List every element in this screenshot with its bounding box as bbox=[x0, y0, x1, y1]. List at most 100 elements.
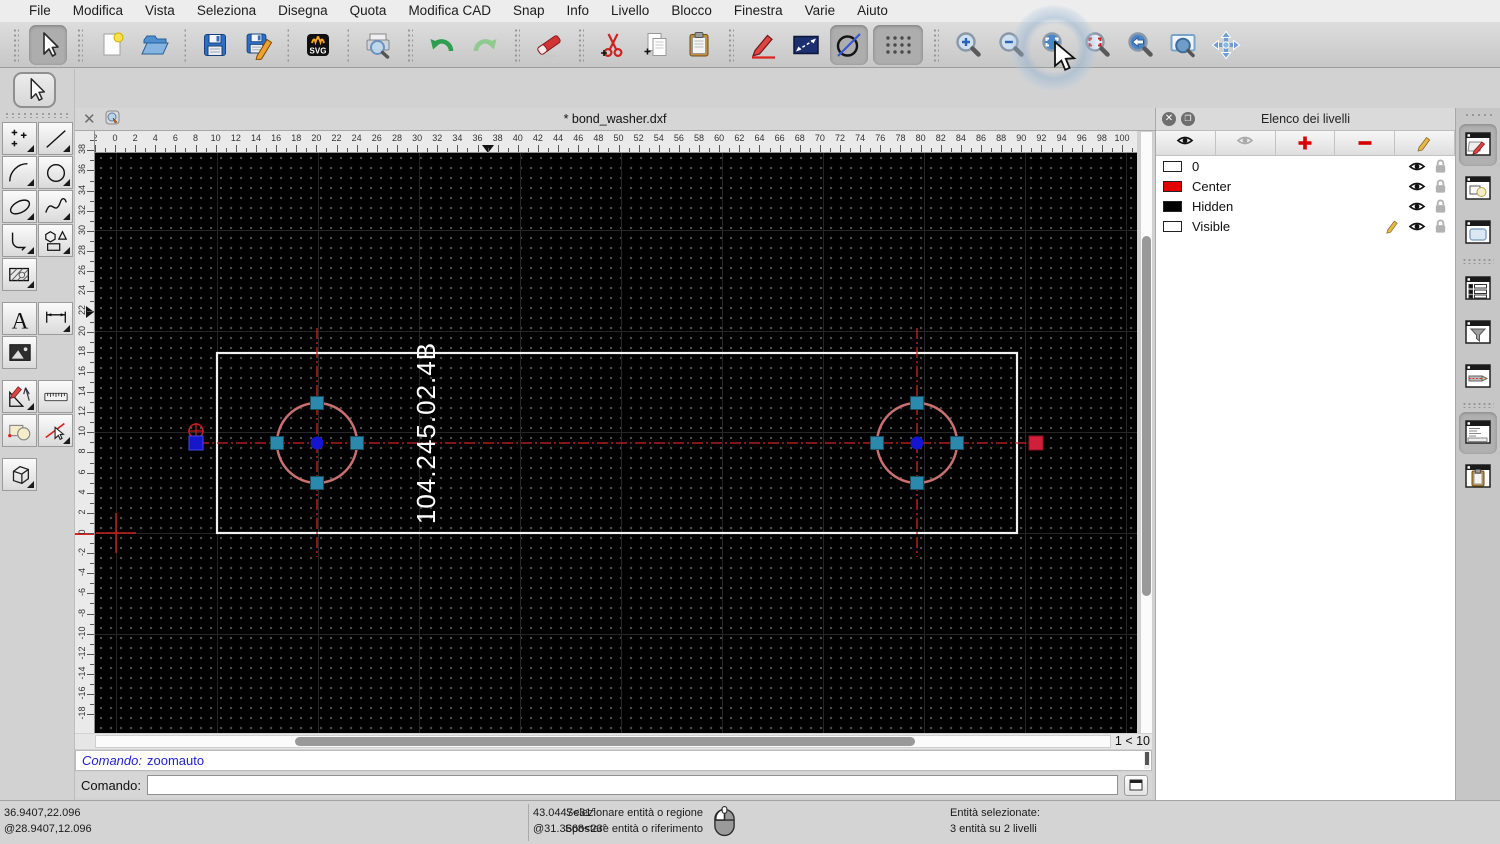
copy-button[interactable] bbox=[637, 25, 675, 65]
command-dock-button[interactable] bbox=[1124, 774, 1148, 796]
block-list-dock-button[interactable] bbox=[1459, 168, 1497, 210]
layer-row-center[interactable]: Center bbox=[1156, 176, 1455, 196]
divide-circle-button[interactable] bbox=[830, 24, 868, 65]
layer-visibility-icon[interactable] bbox=[1408, 220, 1426, 233]
zoom-auto-button[interactable] bbox=[1011, 4, 1097, 91]
menu-livello[interactable]: Livello bbox=[600, 0, 660, 22]
add-layer-button[interactable] bbox=[1275, 131, 1336, 155]
menu-file[interactable]: File bbox=[18, 0, 62, 22]
layer-row-0[interactable]: 0 bbox=[1156, 156, 1455, 176]
library-dock-button[interactable] bbox=[1459, 212, 1497, 254]
menu-disegna[interactable]: Disegna bbox=[267, 0, 339, 22]
menu-seleziona[interactable]: Seleziona bbox=[186, 0, 267, 22]
toolbar-handle[interactable] bbox=[728, 27, 734, 62]
part-number-label[interactable]: 104.245.02.4B bbox=[411, 342, 441, 524]
toolbar-handle[interactable] bbox=[407, 27, 413, 62]
zoom-previous-button[interactable] bbox=[1121, 25, 1159, 65]
endpoint-grip-right[interactable] bbox=[1028, 435, 1044, 451]
select-arrow-button[interactable] bbox=[29, 24, 67, 65]
menu-finestra[interactable]: Finestra bbox=[723, 0, 794, 22]
cut-button[interactable] bbox=[594, 25, 632, 65]
command-dock-button[interactable] bbox=[1459, 412, 1497, 454]
edit-pencil-button[interactable] bbox=[744, 25, 782, 65]
layer-row-hidden[interactable]: Hidden bbox=[1156, 196, 1455, 216]
remove-layer-button[interactable] bbox=[1335, 131, 1396, 155]
undo-button[interactable] bbox=[423, 25, 461, 65]
layer-lock-icon[interactable] bbox=[1433, 178, 1448, 194]
pen-dock-button[interactable] bbox=[1459, 356, 1497, 398]
panel-close-icon[interactable]: ✕ bbox=[1162, 112, 1176, 126]
drawing-canvas[interactable]: 104.245.02.4B bbox=[95, 153, 1137, 733]
modify-tools-tool[interactable] bbox=[2, 380, 37, 413]
horizontal-scroll-thumb[interactable] bbox=[295, 737, 915, 746]
menu-vista[interactable]: Vista bbox=[134, 0, 186, 22]
open-folder-button[interactable] bbox=[136, 25, 174, 65]
center-grip-left[interactable] bbox=[310, 436, 324, 450]
select-tool-button[interactable] bbox=[13, 72, 56, 108]
save-button[interactable] bbox=[196, 25, 234, 65]
endpoint-grip-left[interactable] bbox=[188, 435, 204, 451]
entity-list-dock-button[interactable] bbox=[1459, 268, 1497, 310]
draw-shapes-tool[interactable] bbox=[38, 224, 73, 257]
menu-modifica-cad[interactable]: Modifica CAD bbox=[397, 0, 502, 22]
command-input[interactable] bbox=[146, 775, 1118, 795]
clipboard-dock-button[interactable] bbox=[1459, 456, 1497, 498]
draw-spline-tool[interactable] bbox=[38, 190, 73, 223]
command-history-scroll-thumb[interactable] bbox=[1145, 752, 1149, 765]
center-grip-right[interactable] bbox=[910, 436, 924, 450]
menu-snap[interactable]: Snap bbox=[502, 0, 556, 22]
zoom-pan-button[interactable] bbox=[1207, 25, 1245, 65]
menu-varie[interactable]: Varie bbox=[794, 0, 847, 22]
show-all-layers-button[interactable] bbox=[1156, 131, 1216, 155]
print-preview-button[interactable] bbox=[359, 25, 397, 65]
toolbar-handle[interactable] bbox=[77, 27, 83, 62]
layer-lock-icon[interactable] bbox=[1433, 158, 1448, 174]
draw-hatch-tool[interactable] bbox=[2, 258, 37, 291]
draw-circle-tool[interactable] bbox=[38, 156, 73, 189]
paste-button[interactable] bbox=[680, 25, 718, 65]
redo-button[interactable] bbox=[466, 25, 504, 65]
draw-ellipse-tool[interactable] bbox=[2, 190, 37, 223]
layer-list-dock-button[interactable] bbox=[1459, 124, 1497, 166]
command-history-scrollbar[interactable] bbox=[1144, 752, 1150, 769]
horizontal-scrollbar[interactable] bbox=[95, 735, 1111, 748]
panel-detach-icon[interactable]: ❐ bbox=[1181, 112, 1195, 126]
hide-other-layers-button[interactable] bbox=[1215, 131, 1276, 155]
menu-blocco[interactable]: Blocco bbox=[660, 0, 723, 22]
palette-handle[interactable] bbox=[4, 112, 70, 118]
draw-text-tool[interactable]: A bbox=[2, 302, 37, 335]
dimension-tool[interactable] bbox=[38, 302, 73, 335]
menu-info[interactable]: Info bbox=[556, 0, 601, 22]
vertical-scrollbar[interactable] bbox=[1140, 131, 1153, 734]
edit-entity-tool[interactable] bbox=[2, 414, 37, 447]
layer-visibility-icon[interactable] bbox=[1408, 200, 1426, 213]
save-as-button[interactable] bbox=[239, 25, 277, 65]
menu-aiuto[interactable]: Aiuto bbox=[846, 0, 899, 22]
layer-visibility-icon[interactable] bbox=[1408, 160, 1426, 173]
layer-lock-icon[interactable] bbox=[1433, 198, 1448, 214]
modify-layer-button[interactable] bbox=[1395, 131, 1455, 155]
select-entity-tool[interactable] bbox=[38, 414, 73, 447]
measure-tool[interactable] bbox=[38, 380, 73, 413]
toolbar-handle[interactable] bbox=[13, 27, 19, 62]
toolbar-handle[interactable] bbox=[514, 27, 520, 62]
toolbar-handle[interactable] bbox=[578, 27, 584, 62]
draw-arc-tool[interactable] bbox=[2, 156, 37, 189]
grid-dots-button[interactable] bbox=[873, 24, 923, 65]
layer-lock-icon[interactable] bbox=[1433, 218, 1448, 234]
draw-line-tool[interactable] bbox=[38, 122, 73, 155]
menu-quota[interactable]: Quota bbox=[339, 0, 398, 22]
toolbar-handle[interactable] bbox=[933, 27, 939, 62]
draw-point-tool[interactable] bbox=[2, 122, 37, 155]
filter-dock-button[interactable] bbox=[1459, 312, 1497, 354]
dimension-rect-button[interactable] bbox=[787, 25, 825, 65]
delete-eraser-button[interactable] bbox=[530, 25, 568, 65]
draw-polyline-tool[interactable] bbox=[2, 224, 37, 257]
svg-export-button[interactable]: SVG bbox=[299, 25, 337, 65]
zoom-out-button[interactable] bbox=[992, 25, 1030, 65]
zoom-window-button[interactable] bbox=[1164, 25, 1202, 65]
zoom-in-button[interactable] bbox=[949, 25, 987, 65]
zoom-selected-button[interactable] bbox=[1078, 25, 1116, 65]
new-file-button[interactable] bbox=[93, 25, 131, 65]
vertical-scroll-thumb[interactable] bbox=[1142, 236, 1151, 596]
